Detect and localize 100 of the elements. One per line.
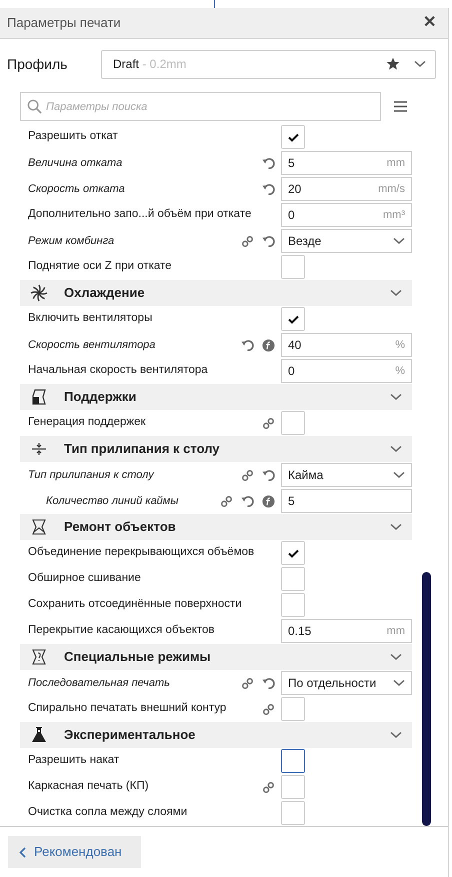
dropdown[interactable]: По отдельности xyxy=(281,671,412,695)
number-field[interactable]: 20 mm/s xyxy=(281,177,412,201)
chevron-down-icon[interactable] xyxy=(393,237,405,245)
reset-icon[interactable] xyxy=(262,156,275,170)
number-field[interactable]: 5 mm xyxy=(281,151,412,175)
category-header[interactable]: Специальные режимы xyxy=(20,644,412,670)
checkbox[interactable] xyxy=(282,542,304,564)
checkmark-icon xyxy=(288,132,298,142)
category-title: Тип прилипания к столу xyxy=(64,440,221,458)
checkbox[interactable] xyxy=(282,802,304,824)
checkbox[interactable] xyxy=(282,126,304,148)
number-field[interactable]: 0 % xyxy=(281,359,412,383)
checkbox[interactable] xyxy=(282,308,304,330)
number-field[interactable]: 40 % xyxy=(281,333,412,357)
search-field[interactable]: Параметры поиска xyxy=(20,92,381,121)
field-value: 5 xyxy=(288,155,295,172)
setting-label: Очистка сопла между слоями xyxy=(28,805,188,820)
setting-label: Дополнительно запо...й объём при откате xyxy=(28,207,252,222)
setting-label: Перекрытие касающихся объектов xyxy=(28,623,215,638)
unit-label: mm xyxy=(386,624,405,639)
category-header[interactable]: Поддержки xyxy=(20,384,412,410)
setting-label: Последовательная печать xyxy=(28,676,170,691)
checkbox[interactable] xyxy=(282,412,304,434)
dropdown[interactable]: Везде xyxy=(281,229,412,253)
chevron-down-icon[interactable] xyxy=(390,445,402,453)
adhesion-icon xyxy=(30,440,48,458)
link-icon[interactable] xyxy=(220,494,233,508)
setting-label: Скорость вентилятора xyxy=(28,338,156,353)
reset-icon[interactable] xyxy=(262,676,275,690)
chevron-down-icon[interactable] xyxy=(414,60,426,68)
checkmark-icon xyxy=(288,548,298,558)
link-icon[interactable] xyxy=(262,702,275,716)
checkbox[interactable] xyxy=(282,698,304,720)
unit-label: mm³ xyxy=(383,208,405,223)
link-icon[interactable] xyxy=(262,416,275,430)
setting-label: Начальная скорость вентилятора xyxy=(28,363,208,378)
unit-label: mm xyxy=(386,156,405,171)
chevron-down-icon[interactable] xyxy=(393,679,405,687)
close-button[interactable]: ✕ xyxy=(423,11,436,35)
recommended-button[interactable]: Рекомендован xyxy=(8,836,141,868)
mesh-repair-icon xyxy=(30,518,48,536)
field-value: 20 xyxy=(288,181,302,198)
setting-label: Включить вентиляторы xyxy=(28,311,152,326)
reset-icon[interactable] xyxy=(241,494,254,508)
profile-dropdown[interactable]: Draft - 0.2mm xyxy=(101,50,436,78)
chevron-down-icon[interactable] xyxy=(390,393,402,401)
chevron-down-icon[interactable] xyxy=(390,523,402,531)
category-header[interactable]: Ремонт объектов xyxy=(20,514,412,540)
unit-label: mm/s xyxy=(378,182,405,197)
category-header[interactable]: Тип прилипания к столу xyxy=(20,436,412,462)
setting-label: Разрешить откат xyxy=(28,129,118,144)
setting-label: Тип прилипания к столу xyxy=(28,468,154,483)
special-modes-icon xyxy=(30,648,48,666)
reset-icon[interactable] xyxy=(262,468,275,482)
menu-icon[interactable] xyxy=(394,101,407,112)
number-field[interactable]: 0.15 mm xyxy=(281,619,412,643)
window-title: Параметры печати xyxy=(7,14,122,32)
field-value: 0.15 xyxy=(288,623,312,640)
number-field[interactable]: 5 xyxy=(281,489,412,513)
category-header[interactable]: Охлаждение xyxy=(20,280,412,306)
function-icon[interactable] xyxy=(262,338,275,352)
link-icon[interactable] xyxy=(241,468,254,482)
fan-icon xyxy=(30,284,48,302)
reset-icon[interactable] xyxy=(262,234,275,248)
setting-label: Каркасная печать (КП) xyxy=(28,779,149,794)
chevron-down-icon[interactable] xyxy=(393,471,405,479)
setting-label: Режим комбинга xyxy=(28,234,114,249)
link-icon[interactable] xyxy=(241,676,254,690)
setting-label: Спирально печатать внешний контур xyxy=(28,701,226,716)
chevron-down-icon[interactable] xyxy=(390,653,402,661)
scrollbar-thumb[interactable] xyxy=(422,572,431,826)
link-icon[interactable] xyxy=(262,780,275,794)
checkbox[interactable] xyxy=(282,568,304,590)
reset-icon[interactable] xyxy=(241,338,254,352)
link-icon[interactable] xyxy=(241,234,254,248)
function-icon[interactable] xyxy=(262,494,275,508)
number-field[interactable]: 0 mm³ xyxy=(281,203,412,227)
search-icon xyxy=(27,99,42,114)
checkbox[interactable] xyxy=(282,594,304,616)
chevron-down-icon[interactable] xyxy=(390,731,402,739)
checkbox[interactable] xyxy=(282,256,304,278)
chevron-left-icon xyxy=(19,846,26,858)
setting-label: Поднятие оси Z при откате xyxy=(28,259,172,274)
star-icon[interactable] xyxy=(386,57,400,71)
category-title: Специальные режимы xyxy=(64,648,212,666)
field-value: 0 xyxy=(288,207,295,224)
dropdown[interactable]: Кайма xyxy=(281,463,412,487)
checkbox[interactable] xyxy=(282,750,304,772)
unit-label: % xyxy=(395,364,405,379)
setting-label: Скорость отката xyxy=(28,182,125,197)
category-header[interactable]: Экспериментальное xyxy=(20,722,412,748)
checkbox[interactable] xyxy=(282,776,304,798)
support-icon xyxy=(30,388,48,406)
category-title: Поддержки xyxy=(64,388,138,406)
checkmark-icon xyxy=(288,314,298,324)
setting-label: Объединение перекрывающихся объёмов xyxy=(28,545,254,560)
reset-icon[interactable] xyxy=(262,182,275,196)
flask-icon xyxy=(30,726,48,744)
setting-label: Величина отката xyxy=(28,156,122,171)
chevron-down-icon[interactable] xyxy=(390,289,402,297)
